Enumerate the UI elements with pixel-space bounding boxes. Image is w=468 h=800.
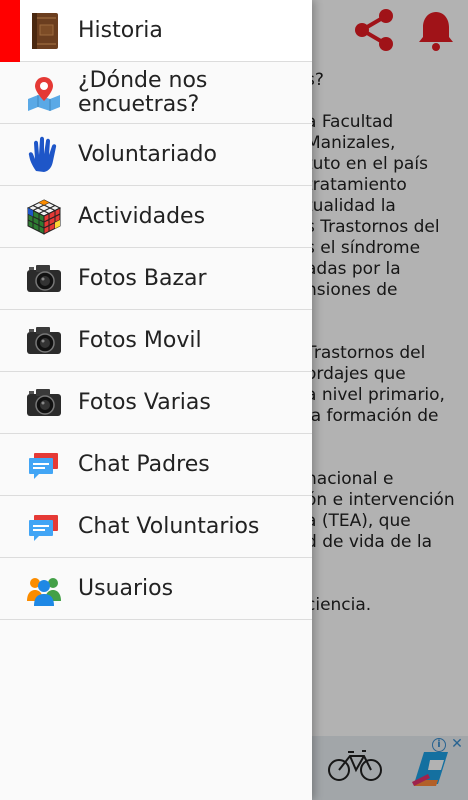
menu-item-historia[interactable]: Historia (0, 0, 312, 62)
map-pin-icon (28, 77, 60, 111)
menu-label: Historia (78, 18, 163, 43)
hand-icon (28, 136, 57, 172)
camera-icon (27, 327, 61, 354)
menu-label: Usuarios (78, 576, 174, 601)
menu-label: ¿Dónde nos encuetras? (78, 68, 208, 117)
menu-item-fotos-movil[interactable]: Fotos Movil (0, 310, 312, 372)
book-icon (32, 13, 58, 49)
navigation-drawer: Historia ¿Dónde nos encuetras? Voluntari… (0, 0, 312, 800)
menu-label: Chat Padres (78, 452, 210, 477)
menu-item-chat-padres[interactable]: Chat Padres (0, 434, 312, 496)
menu-item-chat-voluntarios[interactable]: Chat Voluntarios (0, 496, 312, 558)
rubiks-cube-icon (26, 199, 62, 235)
menu-label: Fotos Bazar (78, 266, 207, 291)
menu-label: Fotos Movil (78, 328, 202, 353)
camera-icon (27, 389, 61, 416)
menu-label: Voluntariado (78, 142, 217, 167)
menu-item-actividades[interactable]: Actividades (0, 186, 312, 248)
active-indicator (0, 0, 20, 62)
camera-icon (27, 265, 61, 292)
menu-label: Actividades (78, 204, 206, 229)
menu-label: Fotos Varias (78, 390, 211, 415)
menu-item-usuarios[interactable]: Usuarios (0, 558, 312, 620)
menu-item-voluntariado[interactable]: Voluntariado (0, 124, 312, 186)
users-icon (27, 578, 61, 606)
chat-icon (29, 453, 58, 479)
menu-item-fotos-varias[interactable]: Fotos Varias (0, 372, 312, 434)
menu-item-donde-nos-encuetras[interactable]: ¿Dónde nos encuetras? (0, 62, 312, 124)
menu-item-fotos-bazar[interactable]: Fotos Bazar (0, 248, 312, 310)
chat-icon (29, 515, 58, 541)
menu-label: Chat Voluntarios (78, 514, 260, 539)
